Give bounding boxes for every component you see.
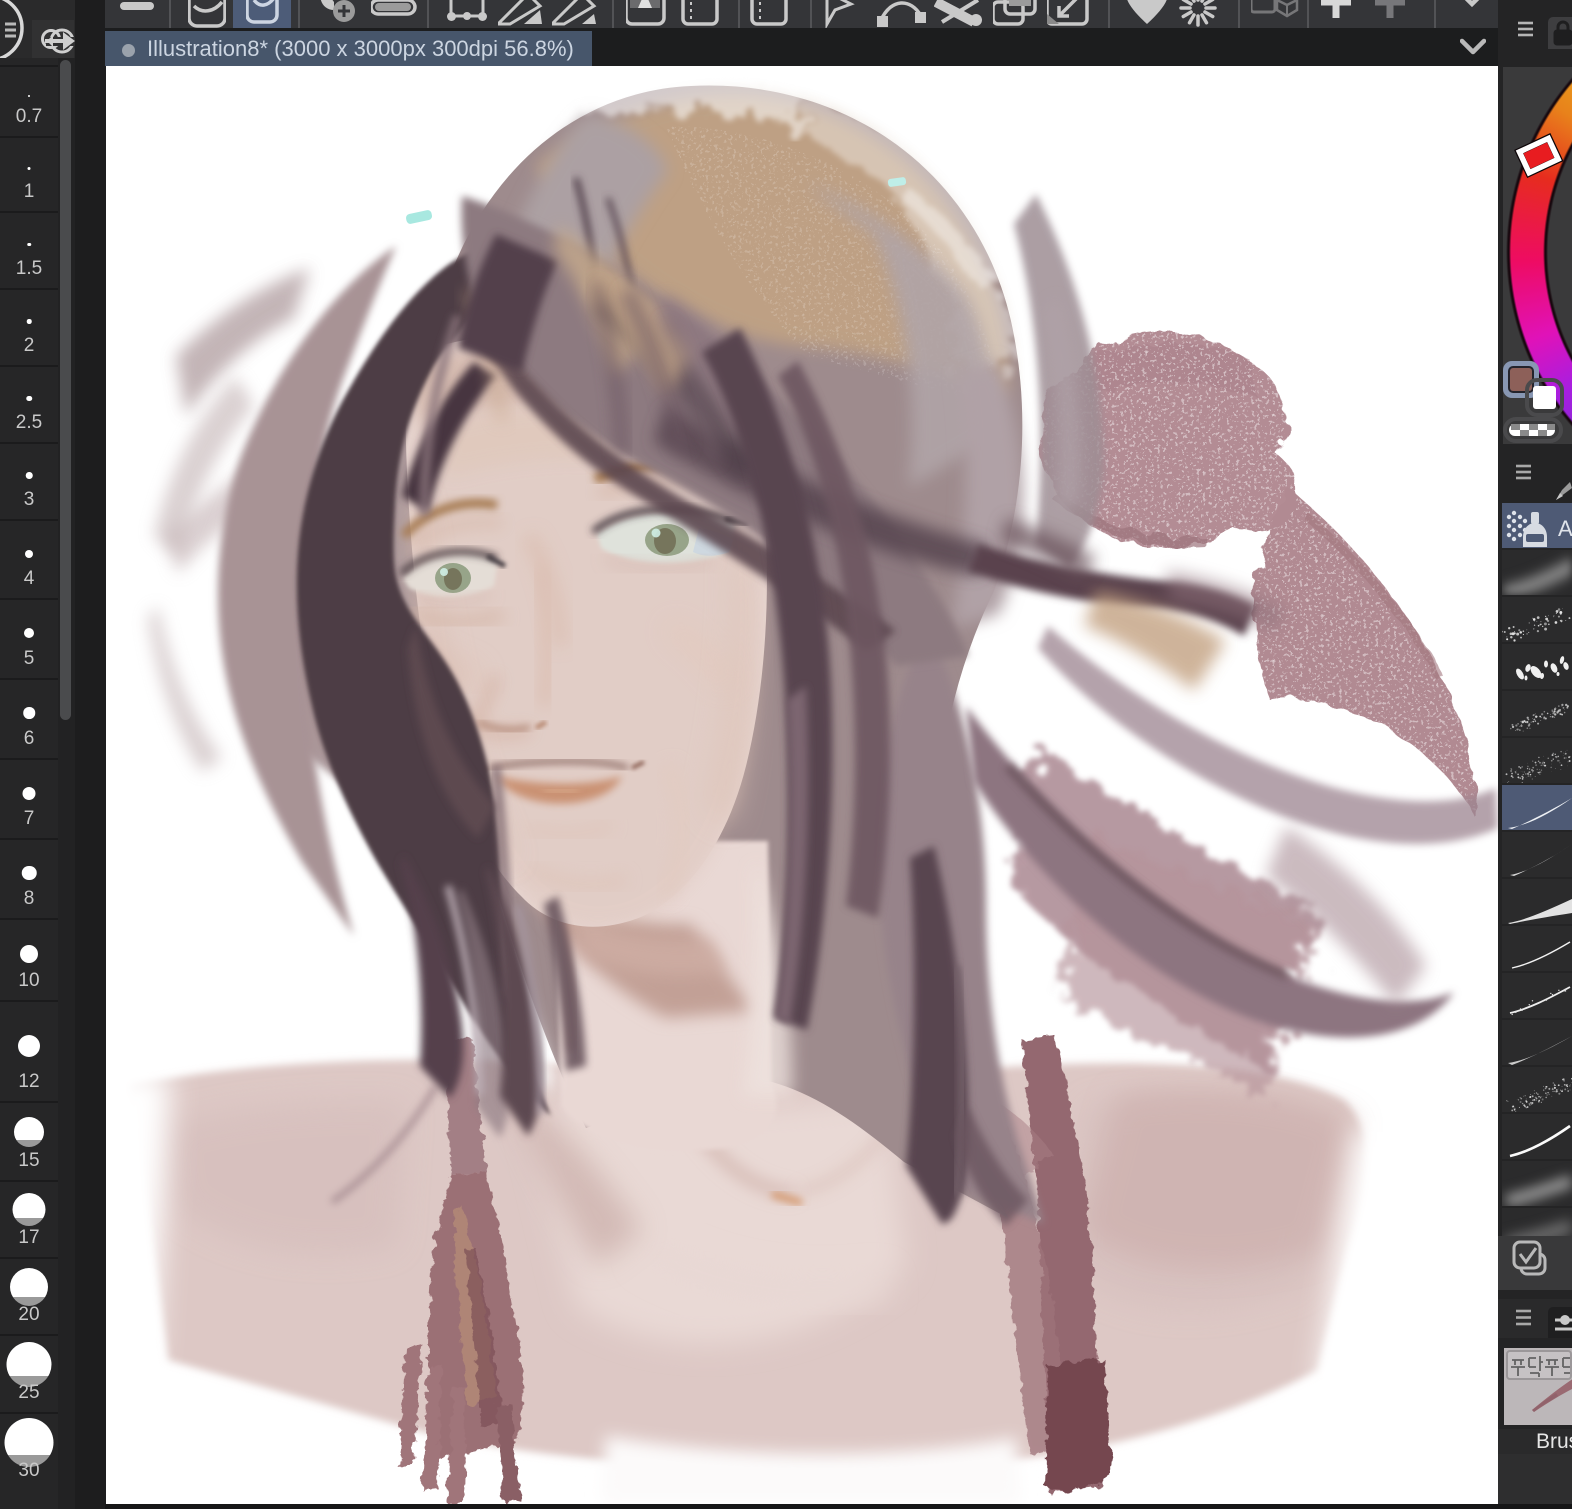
svg-text:Ai: Ai — [1558, 516, 1572, 541]
